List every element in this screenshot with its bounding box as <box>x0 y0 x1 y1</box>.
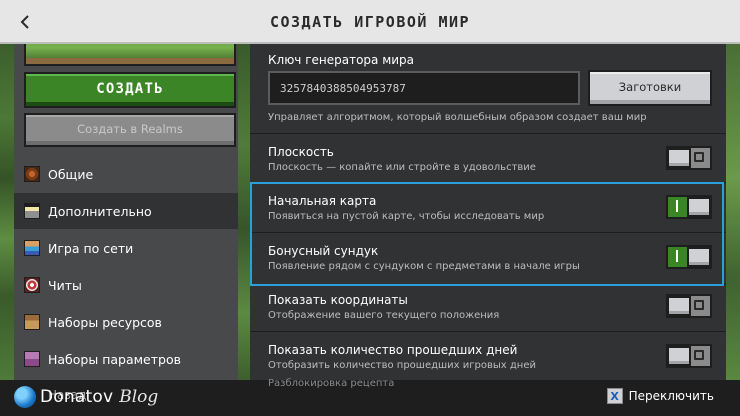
command-block-icon <box>24 166 40 182</box>
bonus-chest-label: Бонусный сундук <box>268 244 379 258</box>
toggle-knob <box>667 296 691 316</box>
watermark-logo: Donatov Blog <box>14 384 158 410</box>
recipe-unlock-label-partial: Разблокировка рецепта <box>268 378 395 389</box>
show-coordinates-toggle[interactable] <box>666 294 712 318</box>
sidebar-item-general[interactable]: Общие <box>14 156 238 192</box>
x-key-icon: X <box>606 388 623 404</box>
settings-panel: Ключ генератора мира 3257840388504953787… <box>250 44 726 380</box>
watermark-suffix: Blog <box>119 387 159 407</box>
days-played-toggle[interactable] <box>666 344 712 368</box>
sidebar-item-multiplayer[interactable]: Игра по сети <box>14 230 238 266</box>
switch-label: Переключить <box>628 389 714 403</box>
divider <box>250 133 726 134</box>
flat-world-label: Плоскость <box>268 145 334 159</box>
sidebar-item-label: Дополнительно <box>48 203 152 219</box>
bonus-chest-description: Появление рядом с сундуком с предметами … <box>268 261 580 272</box>
sidebar-item-label: Общие <box>48 166 94 182</box>
toggle-on-icon <box>676 200 678 212</box>
show-coordinates-label: Показать координаты <box>268 293 408 307</box>
divider <box>250 331 726 332</box>
create-in-realms-button[interactable]: Создать в Realms <box>24 113 236 147</box>
page-title: СОЗДАТЬ ИГРОВОЙ МИР <box>269 13 471 31</box>
days-played-description: Отобразить количество прошедших игровых … <box>268 360 536 371</box>
scrollbar-track[interactable] <box>726 44 740 380</box>
sidebar-item-advanced[interactable]: Дополнительно <box>14 193 238 229</box>
behavior-pack-icon <box>24 351 40 367</box>
create-button[interactable]: СОЗДАТЬ <box>24 72 236 108</box>
toggle-knob <box>667 148 691 168</box>
sidebar-item-label: Читы <box>48 277 82 293</box>
seed-value: 3257840388504953787 <box>280 81 406 95</box>
sidebar-grass-edge-right <box>238 44 250 380</box>
advanced-icon <box>24 203 40 219</box>
divider <box>250 232 726 233</box>
divider <box>250 182 726 183</box>
sidebar-item-cheats[interactable]: Читы <box>14 267 238 303</box>
flat-world-toggle[interactable] <box>666 146 712 170</box>
seed-description: Управляет алгоритмом, который волшебным … <box>268 112 647 123</box>
toggle-off-icon <box>694 152 704 162</box>
toggle-on-icon <box>676 250 678 262</box>
resource-pack-icon <box>24 314 40 330</box>
seed-input[interactable]: 3257840388504953787 <box>268 71 580 105</box>
sidebar-item-resource-packs[interactable]: Наборы ресурсов <box>14 304 238 340</box>
starting-map-description: Появиться на пустой карте, чтобы исследо… <box>268 211 545 222</box>
flat-world-description: Плоскость — копайте или стройте в удовол… <box>268 162 536 173</box>
seed-label: Ключ генератора мира <box>268 53 415 67</box>
toggle-knob <box>687 197 711 217</box>
cheats-icon <box>24 277 40 293</box>
switch-hint[interactable]: X Переключить <box>606 388 714 404</box>
footer-bar: Разблокировка рецепта Назад Donatov Blog… <box>0 378 740 416</box>
sidebar-item-label: Наборы параметров <box>48 351 181 367</box>
days-played-label: Показать количество прошедших дней <box>268 343 518 357</box>
starting-map-label: Начальная карта <box>268 194 377 208</box>
watermark-badge-icon <box>14 386 36 408</box>
starting-map-toggle[interactable] <box>666 195 712 219</box>
bonus-chest-toggle[interactable] <box>666 245 712 269</box>
toggle-knob <box>687 247 711 267</box>
header-bar: СОЗДАТЬ ИГРОВОЙ МИР <box>0 0 740 44</box>
sidebar: СОЗДАТЬ Создать в Realms Общие Дополните… <box>0 44 250 380</box>
divider <box>250 284 726 285</box>
sidebar-grass-edge-left <box>0 44 14 380</box>
multiplayer-icon <box>24 240 40 256</box>
show-coordinates-description: Отображение вашего текущего положения <box>268 310 500 321</box>
toggle-off-icon <box>694 300 704 310</box>
presets-button[interactable]: Заготовки <box>588 70 712 106</box>
world-thumbnail <box>24 44 236 66</box>
watermark-brand: Donatov <box>40 387 114 407</box>
sidebar-item-label: Наборы ресурсов <box>48 314 162 330</box>
toggle-knob <box>667 346 691 366</box>
sidebar-item-behavior-packs[interactable]: Наборы параметров <box>14 341 238 377</box>
toggle-off-icon <box>694 350 704 360</box>
sidebar-item-label: Игра по сети <box>48 240 134 256</box>
